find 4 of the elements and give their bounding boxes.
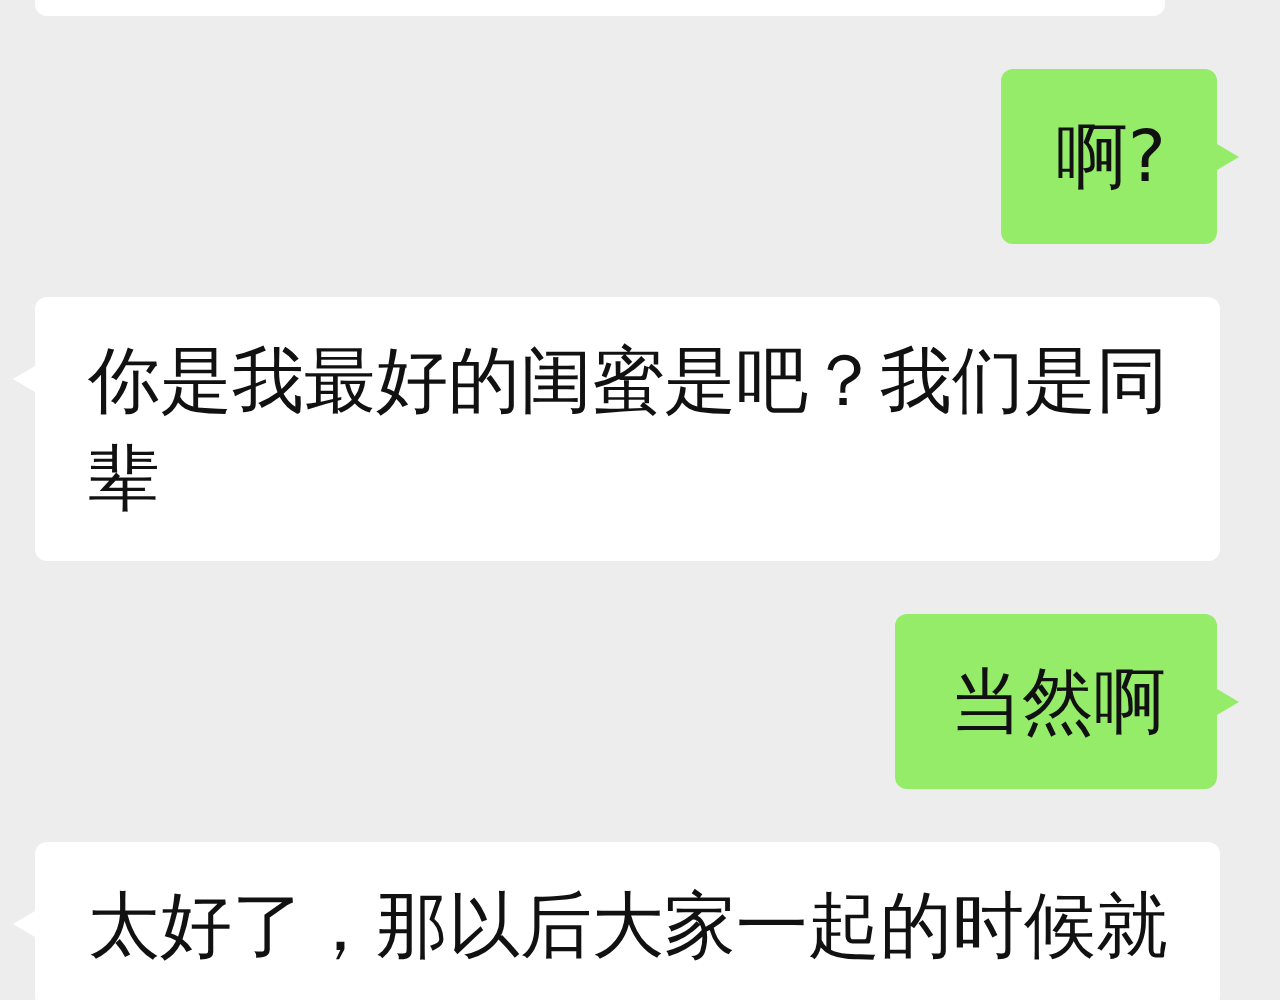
message-text: 太好了，那以后大家一起的时候就 xyxy=(88,882,1169,969)
message-text: 当然啊 xyxy=(950,658,1166,745)
message-text: 啊? xyxy=(1055,113,1166,200)
message-text: 你是我最好的闺蜜是吧？我们是同辈 xyxy=(88,337,1169,522)
